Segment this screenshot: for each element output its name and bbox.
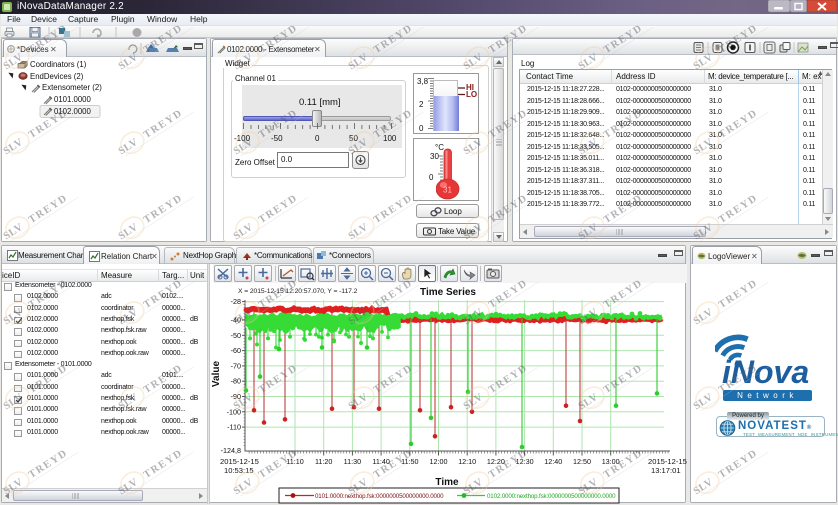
svg-text:12:10: 12:10 — [458, 457, 476, 466]
svg-text:Time Series: Time Series — [420, 287, 476, 298]
svg-text:31: 31 — [443, 186, 452, 195]
svg-text:12:40: 12:40 — [544, 457, 562, 466]
svg-text:13:17:01: 13:17:01 — [651, 466, 681, 475]
svg-text:11:50: 11:50 — [401, 457, 418, 466]
svg-text:-70: -70 — [231, 361, 241, 370]
svg-text:-40: -40 — [231, 316, 241, 325]
svg-text:12:00: 12:00 — [430, 457, 448, 466]
svg-text:2015-12-15: 2015-12-15 — [220, 457, 259, 466]
svg-text:11:20: 11:20 — [315, 457, 332, 466]
svg-text:Value: Value — [211, 361, 222, 388]
svg-text:Time: Time — [435, 477, 459, 488]
svg-text:-100: -100 — [227, 407, 241, 416]
svg-text:-28: -28 — [231, 297, 241, 306]
svg-text:-50: -50 — [231, 331, 241, 340]
svg-text:-124,8: -124,8 — [221, 446, 241, 455]
svg-text:11:10: 11:10 — [286, 457, 303, 466]
svg-text:-110: -110 — [227, 423, 241, 432]
svg-text:X = 2015-12-15 12:20:57.070, Y: X = 2015-12-15 12:20:57.070, Y = -117.2 — [238, 288, 358, 295]
svg-text:0101.0000:nexthop.fsk:00000005: 0101.0000:nexthop.fsk:0000000500000000.0… — [315, 493, 444, 500]
svg-text:10:53:15: 10:53:15 — [224, 466, 254, 475]
svg-text:12:50: 12:50 — [573, 457, 591, 466]
svg-text:-90: -90 — [231, 392, 241, 401]
svg-text:-80: -80 — [231, 377, 241, 386]
svg-text:0102.0000:nexthop.fsk:00000005: 0102.0000:nexthop.fsk:0000000500000000.0… — [487, 493, 616, 500]
svg-text:12:20: 12:20 — [487, 457, 505, 466]
svg-text:11:40: 11:40 — [372, 457, 389, 466]
svg-text:11:30: 11:30 — [344, 457, 361, 466]
svg-text:-60: -60 — [231, 346, 241, 355]
svg-text:12:30: 12:30 — [516, 457, 534, 466]
svg-text:2015-12-15: 2015-12-15 — [648, 457, 687, 466]
svg-text:13:00: 13:00 — [602, 457, 620, 466]
